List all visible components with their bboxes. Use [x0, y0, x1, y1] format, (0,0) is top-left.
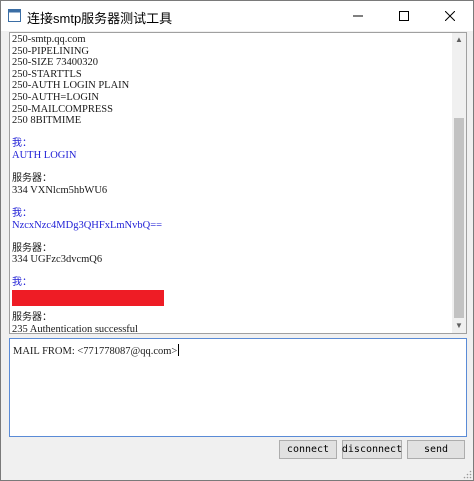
me-label: 我： [12, 138, 32, 150]
log-content: 250-smtp.qq.com 250-PIPELINING 250-SIZE … [12, 34, 448, 334]
me-message: AUTH LOGIN [12, 149, 77, 161]
log-scrollbar[interactable]: ▲ ▼ [452, 33, 466, 333]
app-window: 连接smtp服务器测试工具 250-smtp.qq.com 250-PIPELI… [0, 0, 474, 481]
command-input-value: MAIL FROM: <771778087@qq.com> [13, 346, 178, 357]
resize-grip-icon[interactable] [462, 469, 472, 479]
scroll-up-icon[interactable]: ▲ [452, 33, 466, 47]
app-icon [8, 9, 21, 22]
disconnect-button[interactable]: disconnect [342, 440, 402, 459]
command-input-text: MAIL FROM: <771778087@qq.com> [13, 344, 180, 357]
maximize-button[interactable] [381, 1, 427, 31]
close-icon [445, 11, 455, 21]
scrollbar-thumb[interactable] [454, 118, 464, 318]
log-line: 250-PIPELINING [12, 45, 89, 57]
server-label: 服务器： [12, 173, 52, 185]
server-message: 334 VXNlcm5hbWU6 [12, 184, 108, 196]
minimize-button[interactable] [335, 1, 381, 31]
me-label: 我： [12, 277, 32, 289]
log-line: 250-STARTTLS [12, 68, 82, 80]
conversation-log[interactable]: 250-smtp.qq.com 250-PIPELINING 250-SIZE … [9, 32, 467, 334]
log-line: 250 8BITMIME [12, 115, 82, 127]
connect-button[interactable]: connect [279, 440, 337, 459]
server-label: 服务器： [12, 312, 52, 324]
log-line: 250-MAILCOMPRESS [12, 103, 113, 115]
scroll-down-icon[interactable]: ▼ [452, 319, 466, 333]
title-bar: 连接smtp服务器测试工具 [1, 1, 473, 31]
server-message: 235 Authentication successful [12, 323, 138, 334]
command-input[interactable]: MAIL FROM: <771778087@qq.com> [9, 338, 467, 437]
send-button[interactable]: send [407, 440, 465, 459]
redacted-password-block [12, 290, 164, 307]
server-label: 服务器： [12, 242, 52, 254]
me-label: 我： [12, 207, 32, 219]
log-line: 250-AUTH LOGIN PLAIN [12, 80, 130, 92]
me-message: NzcxNzc4MDg3QHFxLmNvbQ== [12, 219, 163, 231]
text-caret [178, 344, 180, 356]
minimize-icon [353, 15, 363, 17]
log-line: 250-smtp.qq.com [12, 34, 86, 45]
close-button[interactable] [427, 1, 473, 31]
server-message: 334 UGFzc3dvcmQ6 [12, 254, 103, 266]
log-line: 250-SIZE 73400320 [12, 57, 99, 69]
log-line: 250-AUTH=LOGIN [12, 91, 99, 103]
maximize-icon [399, 11, 409, 21]
window-title: 连接smtp服务器测试工具 [27, 11, 173, 26]
